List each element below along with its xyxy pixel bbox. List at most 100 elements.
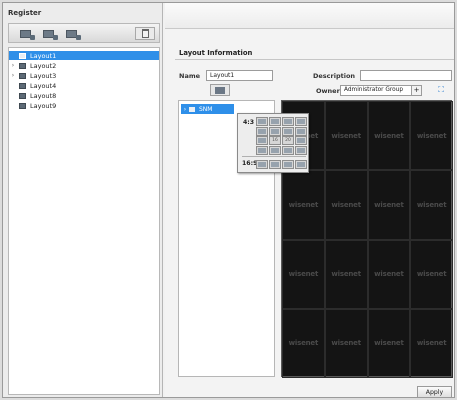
layout-option-button[interactable]	[295, 136, 307, 145]
layout-grid-icon	[297, 147, 305, 153]
video-cell[interactable]: wisenet	[324, 170, 368, 240]
layout-option-button[interactable]	[256, 126, 268, 136]
fullscreen-icon[interactable]: ⛶	[435, 85, 447, 96]
layout-grid-icon	[297, 119, 305, 124]
tree-item-layout1[interactable]: Layout1	[9, 51, 159, 60]
video-cell[interactable]: wisenet	[282, 308, 325, 378]
watermark-text: wisenet	[288, 200, 319, 209]
watermark-text: wisenet	[416, 270, 447, 279]
watermark-text: wisenet	[416, 339, 447, 348]
layout-icon	[19, 82, 26, 89]
popup-divider	[242, 156, 306, 157]
video-cell[interactable]: wisenet	[410, 170, 453, 240]
video-cell[interactable]: wisenet	[410, 239, 453, 309]
right-header-bar	[165, 3, 454, 29]
layout-grid-icon	[215, 86, 225, 94]
owner-select[interactable]: Administrator Group	[340, 85, 412, 96]
add-layout-icon	[19, 29, 35, 40]
layout-option-button[interactable]	[256, 145, 268, 155]
layout-option-button[interactable]: 16	[269, 136, 281, 145]
video-cell[interactable]: wisenet	[367, 239, 411, 309]
register-title: Register	[8, 9, 42, 17]
layout-option-button[interactable]	[269, 117, 281, 126]
watermark-text: wisenet	[374, 131, 404, 140]
tree-item-layout8[interactable]: Layout8	[9, 91, 159, 100]
watermark-text: wisenet	[374, 339, 404, 348]
tree-item-label: Layout8	[30, 91, 57, 100]
tree-item-label: Layout3	[30, 71, 57, 80]
layout-option-button[interactable]	[282, 117, 294, 126]
register-toolbar	[8, 23, 160, 43]
video-cell[interactable]: wisenet	[282, 239, 325, 309]
layout-option-button[interactable]	[256, 117, 268, 126]
layout-option-button[interactable]	[269, 160, 281, 169]
layout-grid-icon	[297, 138, 305, 143]
layout-icon	[19, 52, 26, 59]
owner-label: Owner	[316, 87, 340, 95]
video-cell[interactable]: wisenet	[324, 239, 368, 309]
description-label: Description	[313, 72, 356, 80]
layout-grid-icon	[271, 147, 279, 153]
video-cell[interactable]: wisenet	[367, 101, 411, 171]
camera-item-label: SNM	[199, 105, 213, 113]
description-input[interactable]	[360, 70, 452, 81]
layout-option-button[interactable]	[295, 145, 307, 155]
video-cell[interactable]: wisenet	[282, 170, 325, 240]
camera-icon	[189, 106, 195, 112]
watermark-text: wisenet	[331, 131, 361, 140]
tree-item-layout9[interactable]: Layout9	[9, 101, 159, 110]
layout-grid-icon	[297, 162, 305, 167]
watermark-text: wisenet	[288, 270, 319, 279]
tree-item-label: Layout2	[30, 61, 57, 70]
add-layout-button[interactable]	[15, 27, 35, 40]
delete-icon	[141, 29, 149, 38]
layout-select-button[interactable]	[210, 84, 230, 96]
tree-item-layout3[interactable]: › Layout3	[9, 71, 159, 80]
tree-item-label: Layout9	[30, 101, 57, 110]
layout-option-button[interactable]	[295, 160, 307, 169]
export-layout-button[interactable]	[61, 27, 81, 40]
layout-option-button[interactable]	[295, 117, 307, 126]
video-cell[interactable]: wisenet	[324, 101, 368, 171]
layout-option-button[interactable]: 20	[282, 136, 294, 145]
camera-item-snm[interactable]: › SNM	[181, 104, 234, 114]
apply-button[interactable]: Apply	[417, 386, 452, 398]
watermark-text: wisenet	[331, 270, 361, 279]
layout-option-button[interactable]	[295, 126, 307, 136]
video-cell[interactable]: wisenet	[410, 101, 453, 171]
copy-layout-icon	[42, 29, 58, 40]
video-cell[interactable]: wisenet	[410, 308, 453, 378]
layout-grid-icon	[271, 162, 279, 167]
layout-grid-icon	[258, 119, 266, 124]
layout-option-button[interactable]	[269, 126, 281, 136]
layout-icon	[19, 92, 26, 99]
layout-grid-icon	[284, 162, 292, 167]
expand-arrow-icon[interactable]: ›	[9, 72, 17, 79]
name-input[interactable]: Layout1	[206, 70, 273, 81]
watermark-text: wisenet	[288, 339, 319, 348]
video-cell[interactable]: wisenet	[367, 170, 411, 240]
expand-arrow-icon[interactable]: ›	[181, 106, 189, 113]
layout-grid-icon	[284, 128, 292, 134]
owner-add-button[interactable]: +	[411, 85, 422, 96]
layout-option-button[interactable]	[282, 160, 294, 169]
watermark-text: wisenet	[374, 270, 404, 279]
layout-option-button[interactable]	[269, 145, 281, 155]
video-cell[interactable]: wisenet	[367, 308, 411, 378]
layout-option-button[interactable]	[282, 145, 294, 155]
layout-grid-icon	[258, 138, 266, 143]
layout-option-button[interactable]	[282, 126, 294, 136]
layout-option-button[interactable]	[256, 160, 268, 169]
section-divider	[175, 59, 454, 60]
video-cell[interactable]: wisenet	[324, 308, 368, 378]
layout-grid-icon	[284, 119, 292, 124]
expand-arrow-icon[interactable]: ›	[9, 62, 17, 69]
delete-button[interactable]	[135, 27, 155, 40]
layout-option-button[interactable]	[256, 136, 268, 145]
tree-item-layout4[interactable]: Layout4	[9, 81, 159, 90]
copy-layout-button[interactable]	[38, 27, 58, 40]
tree-item-label: Layout1	[30, 51, 57, 60]
tree-item-layout2[interactable]: › Layout2	[9, 61, 159, 70]
register-panel: Register Layout1 › Layout2 › Layout3 Lay…	[3, 3, 163, 397]
export-layout-icon	[65, 29, 81, 40]
